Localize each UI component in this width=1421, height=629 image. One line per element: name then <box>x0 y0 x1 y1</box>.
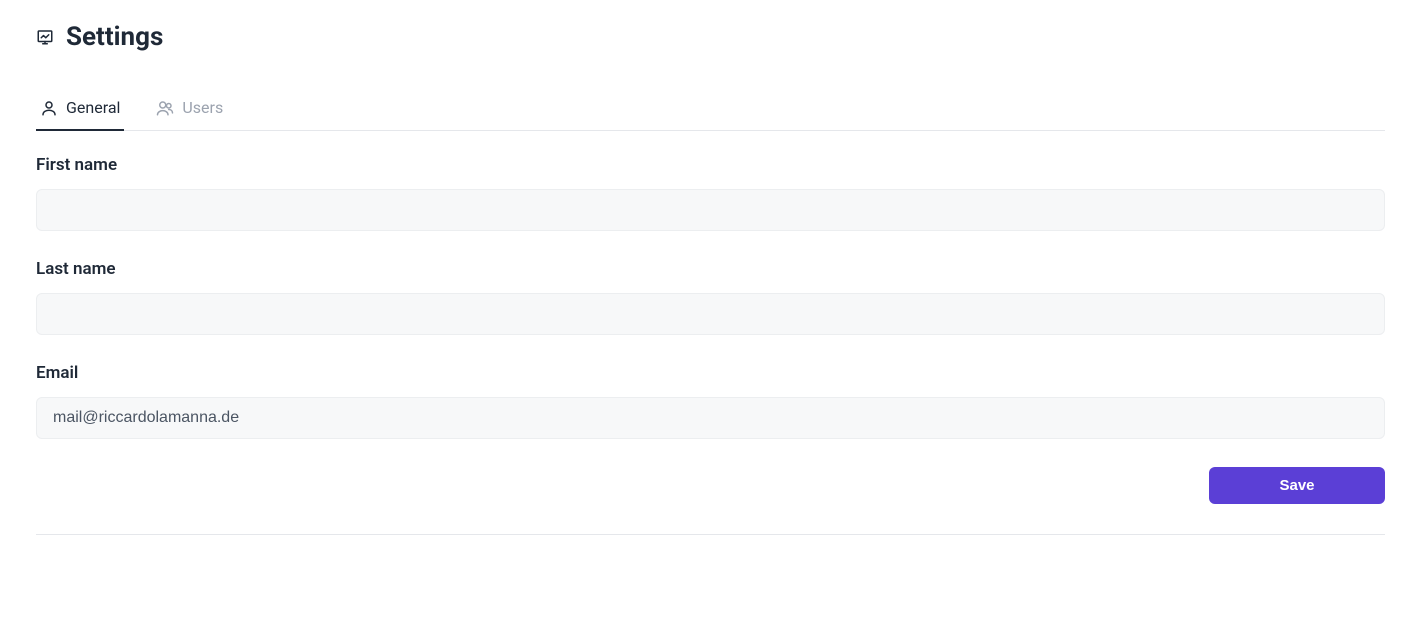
section-divider <box>36 534 1385 535</box>
tab-users-label: Users <box>182 98 223 117</box>
chart-presentation-icon <box>36 28 54 46</box>
page-title: Settings <box>66 22 163 52</box>
save-button[interactable]: Save <box>1209 467 1385 504</box>
tab-general-label: General <box>66 98 120 117</box>
page-header: Settings <box>36 22 1385 52</box>
tabs: General Users <box>36 88 1385 131</box>
last-name-group: Last name <box>36 259 1385 335</box>
email-input[interactable] <box>36 397 1385 439</box>
tab-general[interactable]: General <box>36 88 124 131</box>
first-name-group: First name <box>36 155 1385 231</box>
email-group: Email <box>36 363 1385 439</box>
form-actions: Save <box>36 467 1385 504</box>
tab-users[interactable]: Users <box>152 88 227 131</box>
last-name-input[interactable] <box>36 293 1385 335</box>
user-icon <box>40 99 58 117</box>
last-name-label: Last name <box>36 259 1385 279</box>
users-icon <box>156 99 174 117</box>
first-name-label: First name <box>36 155 1385 175</box>
email-label: Email <box>36 363 1385 383</box>
first-name-input[interactable] <box>36 189 1385 231</box>
